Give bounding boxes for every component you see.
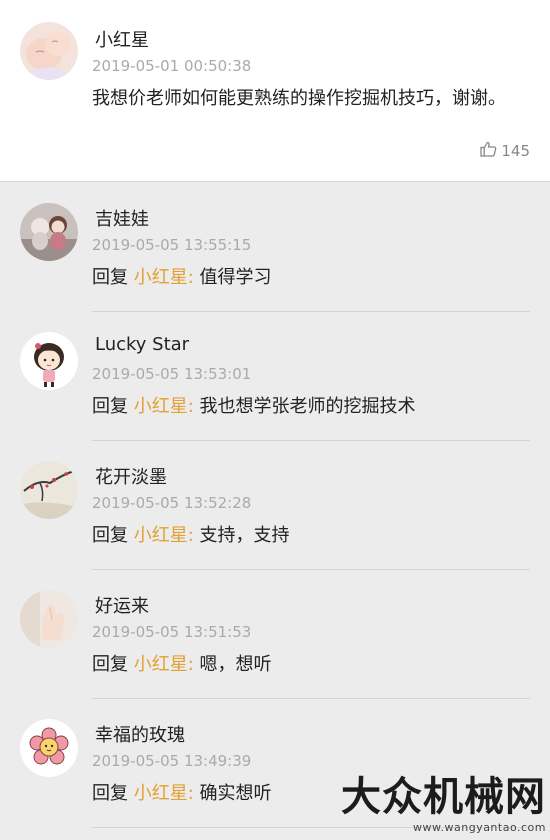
ink-painting-avatar[interactable] <box>20 461 78 519</box>
reply-item[interactable]: 吉娃娃 2019-05-05 13:55:15 回复 小红星: 值得学习 <box>0 183 550 312</box>
reply-prefix: 回复 <box>92 654 128 675</box>
reply-message: 值得学习 <box>199 267 272 288</box>
reply-target-user[interactable]: 小红星: <box>134 654 194 675</box>
dolls-photo-avatar[interactable] <box>20 203 78 261</box>
cartoon-flower-avatar[interactable] <box>20 719 78 777</box>
reply-prefix: 回复 <box>92 267 128 288</box>
reply-target-user[interactable]: 小红星: <box>134 783 194 804</box>
reply-prefix: 回复 <box>92 396 128 417</box>
reply-target-user[interactable]: 小红星: <box>134 396 194 417</box>
reply-list: 吉娃娃 2019-05-05 13:55:15 回复 小红星: 值得学习 Luc… <box>0 183 550 828</box>
thumbs-up-icon <box>480 141 497 161</box>
reply-text: 回复 小红星: 值得学习 <box>92 263 272 289</box>
reply-text: 回复 小红星: 支持，支持 <box>92 521 290 547</box>
reply-item[interactable]: Lucky Star 2019-05-05 13:53:01 回复 小红星: 我… <box>0 312 550 441</box>
reply-author[interactable]: 幸福的玫瑰 <box>95 721 185 747</box>
main-comment: 小红星 2019-05-01 00:50:38 我想价老师如何能更熟练的操作挖掘… <box>0 0 550 182</box>
reply-message: 我也想学张老师的挖掘技术 <box>199 396 416 417</box>
reply-timestamp: 2019-05-05 13:52:28 <box>92 494 252 512</box>
like-count: 145 <box>501 142 530 160</box>
reply-prefix: 回复 <box>92 525 128 546</box>
reply-text: 回复 小红星: 嗯，想听 <box>92 650 272 676</box>
comment-timestamp: 2019-05-01 00:50:38 <box>92 57 252 75</box>
reply-message: 确实想听 <box>199 783 272 804</box>
comment-content: 我想价老师如何能更熟练的操作挖掘机技巧，谢谢。 <box>92 88 506 109</box>
author-name[interactable]: 小红星 <box>95 26 149 52</box>
reply-message: 嗯，想听 <box>199 654 272 675</box>
reply-prefix: 回复 <box>92 783 128 804</box>
reply-text: 回复 小红星: 确实想听 <box>92 779 272 805</box>
reply-timestamp: 2019-05-05 13:53:01 <box>92 365 252 383</box>
reply-author[interactable]: 吉娃娃 <box>95 205 149 231</box>
reply-author[interactable]: Lucky Star <box>95 334 189 355</box>
reply-timestamp: 2019-05-05 13:51:53 <box>92 623 252 641</box>
reply-item[interactable]: 好运来 2019-05-05 13:51:53 回复 小红星: 嗯，想听 <box>0 570 550 699</box>
reply-text: 回复 小红星: 我也想学张老师的挖掘技术 <box>92 392 416 418</box>
cartoon-girl-avatar[interactable] <box>20 332 78 390</box>
reply-item[interactable]: 花开淡墨 2019-05-05 13:52:28 回复 小红星: 支持，支持 <box>0 441 550 570</box>
reply-author[interactable]: 花开淡墨 <box>95 463 167 489</box>
hand-photo-avatar[interactable] <box>20 590 78 648</box>
watermark-title: 大众机械网 <box>341 773 546 820</box>
baby-photo-avatar[interactable] <box>20 22 78 80</box>
watermark-url: www.wangyantao.com <box>413 821 546 834</box>
reply-target-user[interactable]: 小红星: <box>134 525 194 546</box>
reply-author[interactable]: 好运来 <box>95 592 149 618</box>
reply-timestamp: 2019-05-05 13:49:39 <box>92 752 252 770</box>
reply-timestamp: 2019-05-05 13:55:15 <box>92 236 252 254</box>
reply-target-user[interactable]: 小红星: <box>134 267 194 288</box>
like-button[interactable]: 145 <box>480 141 530 161</box>
site-watermark: 大众机械网 www.wangyantao.com <box>336 773 546 835</box>
reply-message: 支持，支持 <box>199 525 290 546</box>
